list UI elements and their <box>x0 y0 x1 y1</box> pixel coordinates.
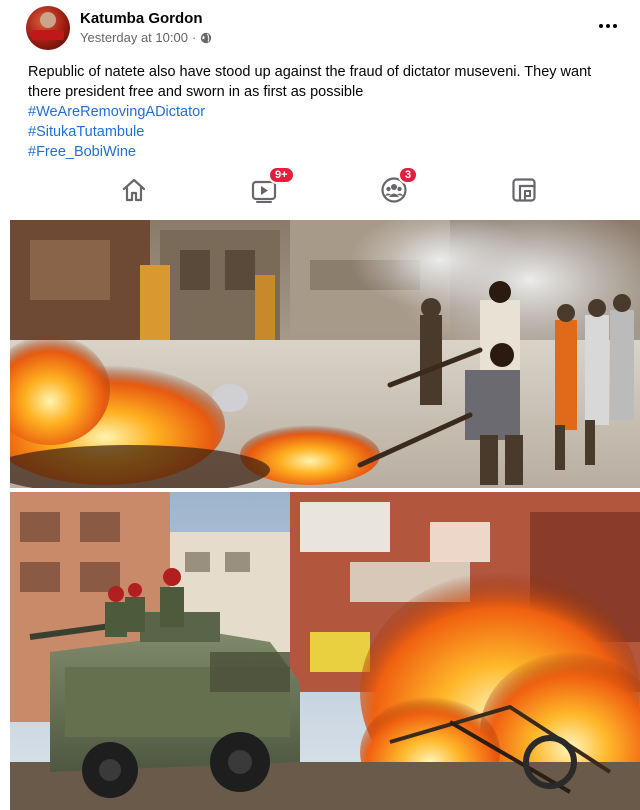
more-options-button[interactable] <box>596 16 620 36</box>
post-photo-street-riot[interactable] <box>10 220 640 488</box>
post-body: Republic of natete also have stood up ag… <box>28 62 628 162</box>
timestamp[interactable]: Yesterday at 10:00 <box>80 30 188 45</box>
gaming-icon <box>512 178 536 202</box>
nav-watch[interactable]: 9+ <box>246 166 295 208</box>
post-message: Republic of natete also have stood up ag… <box>28 64 592 100</box>
dot-icon <box>606 24 610 28</box>
armored-vehicle-fire-photo <box>10 492 640 810</box>
street-riot-photo <box>10 220 640 488</box>
dot-icon <box>613 24 617 28</box>
hashtag-link[interactable]: #Free_BobiWine <box>28 142 628 162</box>
hashtag-link[interactable]: #SitukaTutambule <box>28 122 628 142</box>
avatar-face <box>40 12 56 28</box>
dot-icon <box>599 24 603 28</box>
post-photo-armored-vehicle[interactable] <box>10 492 640 810</box>
bottom-nav: 9+ 3 <box>0 164 640 216</box>
home-icon <box>122 178 146 202</box>
avatar-banner <box>32 30 64 40</box>
notification-badge: 3 <box>398 166 419 184</box>
nav-home[interactable] <box>116 172 152 208</box>
globe-icon[interactable] <box>200 32 212 44</box>
post-meta: Yesterday at 10:00 · <box>80 30 212 45</box>
nav-groups[interactable]: 3 <box>376 166 419 208</box>
meta-separator: · <box>191 30 197 45</box>
notification-badge: 9+ <box>268 166 295 184</box>
hashtag-link[interactable]: #WeAreRemovingADictator <box>28 102 628 122</box>
author-name[interactable]: Katumba Gordon <box>80 10 203 27</box>
nav-gaming[interactable] <box>506 172 542 208</box>
avatar[interactable] <box>26 6 70 50</box>
post-header: Katumba Gordon Yesterday at 10:00 · <box>0 0 640 60</box>
